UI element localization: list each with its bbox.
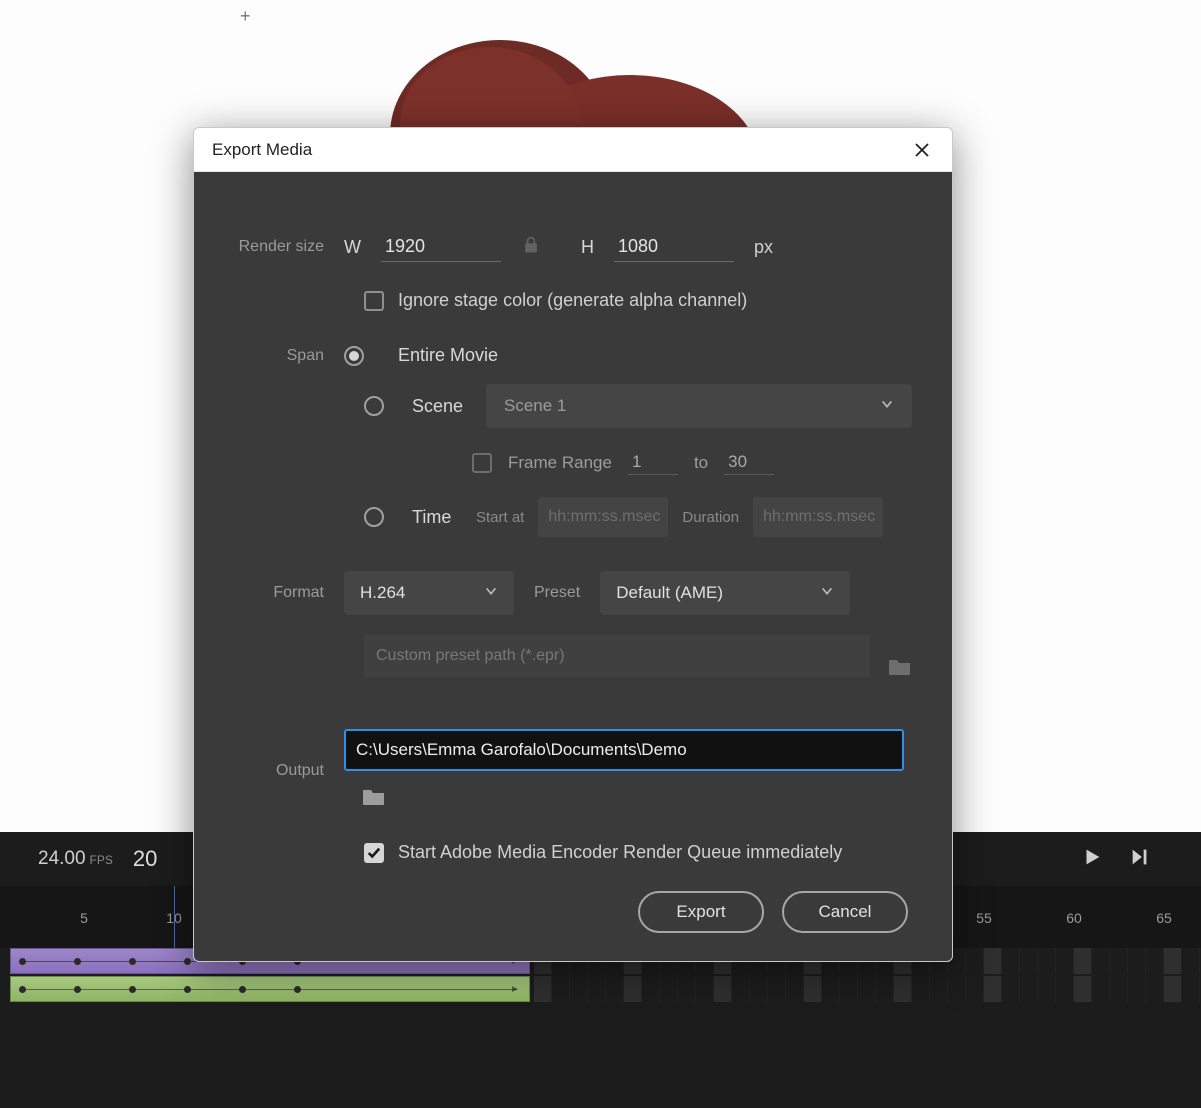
duration-label: Duration	[682, 509, 739, 526]
cancel-button[interactable]: Cancel	[782, 891, 908, 933]
lock-aspect-icon[interactable]	[521, 235, 541, 260]
time-placeholder: hh:mm:ss.msec	[763, 508, 875, 526]
scene-radio[interactable]	[364, 396, 384, 416]
export-button[interactable]: Export	[638, 891, 764, 933]
ruler-num: 60	[1066, 910, 1082, 926]
width-input[interactable]	[381, 232, 501, 262]
frame-range-label: Frame Range	[508, 453, 612, 473]
custom-preset-input[interactable]: Custom preset path (*.epr)	[364, 635, 870, 677]
chevron-down-icon	[484, 583, 498, 603]
empty-frames[interactable]	[534, 976, 1201, 1002]
output-label: Output	[234, 762, 344, 780]
ruler-num: 5	[80, 910, 88, 926]
frame-range-checkbox[interactable]	[472, 453, 492, 473]
dialog-titlebar[interactable]: Export Media	[194, 128, 952, 172]
ignore-stage-label: Ignore stage color (generate alpha chann…	[398, 290, 747, 311]
custom-preset-placeholder: Custom preset path (*.epr)	[376, 647, 565, 665]
preset-label: Preset	[534, 584, 580, 602]
ruler-num: 65	[1156, 910, 1172, 926]
frame-from-input[interactable]	[628, 450, 678, 475]
fps-value: 24.00	[38, 848, 86, 870]
frame-to-input[interactable]	[724, 450, 774, 475]
preset-dropdown[interactable]: Default (AME)	[600, 571, 850, 615]
ignore-stage-checkbox[interactable]	[364, 291, 384, 311]
dialog-body: Render size W H px Ignore stage color (g…	[194, 172, 952, 961]
start-at-input[interactable]: hh:mm:ss.msec	[538, 497, 668, 537]
width-label: W	[344, 237, 361, 258]
browse-preset-button[interactable]	[870, 657, 912, 682]
marker-start[interactable]	[174, 886, 175, 948]
play-button[interactable]	[1081, 846, 1103, 873]
frame-to-label: to	[694, 453, 708, 473]
output-path-input[interactable]	[344, 729, 904, 771]
tween-clip[interactable]	[10, 976, 530, 1002]
scene-dropdown[interactable]: Scene 1	[486, 384, 912, 428]
time-radio[interactable]	[364, 507, 384, 527]
time-label: Time	[412, 507, 462, 528]
play-forward-button[interactable]	[1129, 846, 1151, 873]
start-at-label: Start at	[476, 509, 524, 526]
height-input[interactable]	[614, 232, 734, 262]
ame-queue-label: Start Adobe Media Encoder Render Queue i…	[398, 842, 842, 863]
chevron-down-icon	[880, 396, 894, 416]
time-placeholder: hh:mm:ss.msec	[548, 508, 660, 526]
timeline-track-2[interactable]	[0, 976, 1201, 1004]
preset-value: Default (AME)	[616, 583, 723, 603]
duration-input[interactable]: hh:mm:ss.msec	[753, 497, 883, 537]
format-label: Format	[234, 584, 344, 602]
format-dropdown[interactable]: H.264	[344, 571, 514, 615]
origin-plus-icon: +	[240, 6, 251, 27]
scene-value: Scene 1	[504, 396, 566, 416]
ame-queue-checkbox[interactable]	[364, 843, 384, 863]
format-value: H.264	[360, 583, 405, 603]
dialog-title: Export Media	[212, 140, 312, 160]
ruler-num: 55	[976, 910, 992, 926]
export-media-dialog: Export Media Render size W H px Ignore s…	[193, 127, 953, 962]
current-frame-display[interactable]: 20	[133, 846, 157, 872]
close-button[interactable]	[910, 138, 934, 162]
entire-movie-label: Entire Movie	[398, 345, 498, 366]
height-label: H	[581, 237, 594, 258]
timeline-toolbar	[1081, 846, 1151, 873]
fps-display[interactable]: 24.00 FPS	[38, 848, 113, 870]
fps-unit: FPS	[90, 853, 113, 867]
close-icon	[914, 142, 930, 158]
render-size-label: Render size	[234, 238, 344, 256]
browse-output-button[interactable]	[344, 787, 386, 812]
check-icon	[367, 846, 381, 860]
px-label: px	[754, 237, 773, 258]
chevron-down-icon	[820, 583, 834, 603]
scene-label: Scene	[412, 396, 472, 417]
entire-movie-radio[interactable]	[344, 346, 364, 366]
span-label: Span	[234, 347, 344, 365]
